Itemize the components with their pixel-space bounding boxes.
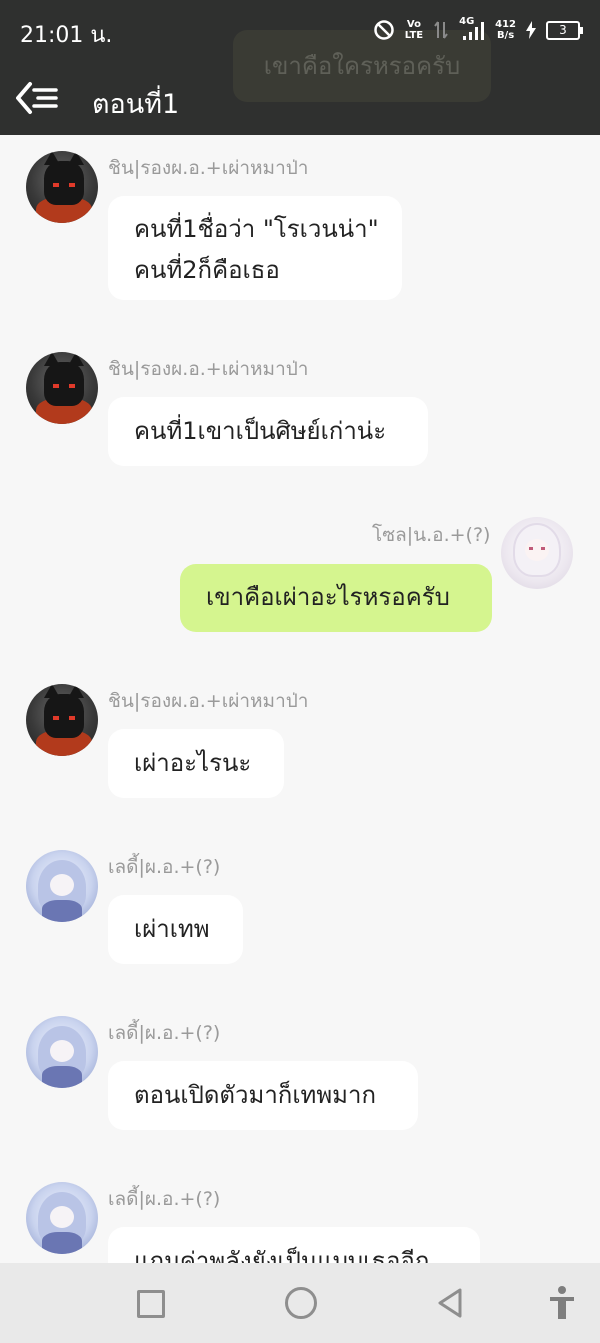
speed-value: 412 (495, 19, 516, 30)
status-time: 21:01 น. (20, 23, 113, 48)
home-button[interactable] (285, 1287, 317, 1319)
system-back-button[interactable] (436, 1287, 466, 1319)
message-author: เลดี้|ผ.อ.+(?) (108, 856, 221, 878)
battery-icon: 3 (546, 20, 583, 40)
message-bubble[interactable]: เขาคือเผ่าอะไรหรอครับ (180, 564, 492, 632)
charging-bolt-icon (526, 21, 536, 39)
dark-cat-avatar[interactable] (26, 352, 98, 424)
speed-unit: B/s (496, 30, 515, 41)
signal-bars-icon (463, 22, 485, 40)
triangle-back-icon (438, 1288, 462, 1318)
message-bubble[interactable]: คนที่1ชื่อว่า "โรเวนน่า" คนที่2ก็คือเธอ (108, 196, 402, 300)
message-author: เลดี้|ผ.อ.+(?) (108, 1188, 221, 1210)
signal-indicator: 4G (459, 16, 485, 42)
top-bar: เขาคือใครหรอครับ 21:01 น. Vo LTE 4G 412 … (0, 0, 600, 135)
page-title: ตอนที่1 (92, 89, 180, 120)
message-bubble[interactable]: เผ่าอะไรนะ (108, 729, 284, 798)
back-list-icon (16, 82, 58, 114)
message-author: โซล|น.อ.+(?) (372, 524, 491, 546)
blue-hair-avatar[interactable] (26, 1182, 98, 1254)
message-bubble[interactable]: แถมค่าพลังยังเป็นแบบเธออีก (108, 1227, 480, 1263)
dark-cat-avatar[interactable] (26, 151, 98, 223)
dark-cat-avatar[interactable] (26, 684, 98, 756)
status-icons: Vo LTE 4G 412 B/s 3 (373, 14, 583, 46)
accessibility-button[interactable] (548, 1285, 576, 1321)
message-author: ชิน|รองผ.อ.+เผ่าหมาป่า (108, 157, 309, 179)
blue-hair-avatar[interactable] (26, 850, 98, 922)
message-author: เลดี้|ผ.อ.+(?) (108, 1022, 221, 1044)
status-bar: 21:01 น. Vo LTE 4G 412 B/s 3 (0, 0, 600, 60)
chat-thread[interactable]: ชิน|รองผ.อ.+เผ่าหมาป่า คนที่1ชื่อว่า "โร… (0, 135, 600, 1263)
volte-top-text: Vo (406, 19, 421, 30)
blue-hair-avatar[interactable] (26, 1016, 98, 1088)
recent-apps-button[interactable] (137, 1290, 165, 1318)
data-arrows-icon (434, 21, 448, 39)
message-bubble[interactable]: เผ่าเทพ (108, 895, 243, 964)
do-not-disturb-icon (374, 20, 394, 40)
system-navigation-bar (0, 1263, 600, 1343)
message-bubble[interactable]: คนที่1เขาเป็นศิษย์เก่าน่ะ (108, 397, 428, 466)
message-author: ชิน|รองผ.อ.+เผ่าหมาป่า (108, 690, 309, 712)
message-bubble[interactable]: ตอนเปิดตัวมาก็เทพมาก (108, 1061, 418, 1130)
volte-indicator: Vo LTE (405, 19, 423, 41)
volte-bottom-text: LTE (404, 30, 424, 41)
white-hair-avatar[interactable] (501, 517, 573, 589)
back-menu-button[interactable] (14, 78, 60, 118)
message-author: ชิน|รองผ.อ.+เผ่าหมาป่า (108, 358, 309, 380)
accessibility-icon (550, 1286, 574, 1319)
network-speed: 412 B/s (495, 19, 516, 41)
